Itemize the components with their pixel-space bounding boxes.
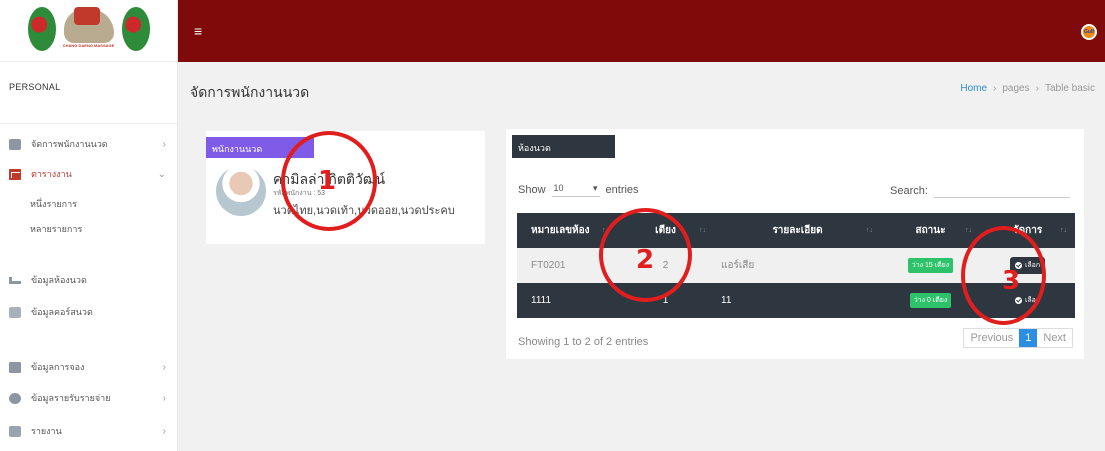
sidebar-item-label: ตารางงาน [31, 169, 72, 179]
chevron-right-icon: › [162, 361, 166, 373]
sidebar: CHANG DAENG MASSAGE PERSONAL จัดการพนักง… [0, 0, 178, 451]
money-icon [9, 392, 21, 404]
length-value: 10 [553, 183, 564, 193]
table-info: Showing 1 to 2 of 2 entries [518, 336, 649, 348]
sort-icon: ↑↓ [1060, 227, 1067, 234]
breadcrumb-home[interactable]: Home [960, 83, 987, 94]
sidebar-item-label: ข้อมูลห้องนวด [31, 275, 87, 285]
search-input[interactable] [933, 183, 1070, 198]
staff-avatar [216, 166, 266, 216]
user-card-icon [9, 138, 21, 150]
sidebar-subitem-single[interactable]: หนึ่งรายการ [30, 197, 77, 211]
entries-length-select[interactable]: 10 ▾ [551, 183, 600, 197]
page-title: จัดการพนักงานนวด [190, 84, 310, 100]
breadcrumb-pages[interactable]: pages [1002, 83, 1029, 94]
breadcrumb-current: Table basic [1044, 83, 1095, 94]
column-title: หมายเลขห้อง [531, 225, 590, 236]
elephant-logo-icon: CHANG DAENG MASSAGE [24, 3, 154, 59]
entries-label: entries [605, 184, 639, 196]
chevron-right-icon: › [162, 138, 166, 150]
sidebar-item-staff[interactable]: จัดการพนักงานนวด › [0, 133, 178, 155]
sort-icon: ↑↓ [699, 227, 706, 234]
chevron-right-icon: › [162, 392, 166, 404]
hamburger-menu-icon[interactable]: ≡ [194, 24, 202, 38]
pagination-previous[interactable]: Previous [964, 329, 1019, 347]
column-title: รายละเอียด [772, 225, 823, 236]
caret-down-icon: ▾ [593, 183, 598, 193]
sidebar-heading: PERSONAL [0, 62, 177, 124]
sidebar-item-label: ข้อมูลคอร์สนวด [31, 307, 93, 317]
clipboard-icon [9, 361, 21, 373]
status-badge: ว่าง 0 เตียง [909, 293, 952, 308]
sidebar-item-finance[interactable]: ข้อมูลรายรับรายจ่าย › [0, 387, 178, 409]
annotation-number: 3 [1002, 266, 1021, 296]
sidebar-item-reports[interactable]: รายงาน › [0, 420, 178, 442]
column-header-status[interactable]: สถานะ ↑↓ [881, 213, 980, 248]
avatar-label: Gulf [1084, 29, 1094, 35]
sidebar-subitem-multiple[interactable]: หลายรายการ [30, 222, 82, 236]
cell-room: 1111 [531, 295, 552, 306]
top-navbar: ≡ Gulf [178, 0, 1105, 62]
sidebar-item-courses[interactable]: ข้อมูลคอร์สนวด [0, 301, 178, 323]
sidebar-item-label: ข้อมูลการจอง [31, 362, 85, 372]
annotation-number: 1 [318, 166, 337, 196]
box-icon [9, 306, 21, 318]
sort-icon: ↑↓ [866, 227, 873, 234]
search-label: Search: [890, 184, 928, 197]
sidebar-item-label: จัดการพนักงานนวด [31, 139, 108, 149]
cell-detail: 11 [721, 295, 732, 306]
logo-text: CHANG DAENG MASSAGE [62, 42, 115, 48]
column-title: สถานะ [915, 225, 946, 236]
column-header-detail[interactable]: รายละเอียด ↑↓ [714, 213, 881, 248]
sidebar-item-rooms[interactable]: ข้อมูลห้องนวด [0, 269, 178, 291]
chevron-down-icon: ⌄ [157, 168, 166, 180]
chevron-right-icon: › [162, 425, 166, 437]
sidebar-item-label: รายงาน [31, 426, 62, 436]
sidebar-item-bookings[interactable]: ข้อมูลการจอง › [0, 356, 178, 378]
breadcrumb-separator: › [1035, 83, 1039, 94]
sidebar-item-schedule[interactable]: ตารางงาน ⌄ [0, 163, 178, 185]
breadcrumb: Home › pages › Table basic [960, 83, 1095, 94]
user-avatar[interactable]: Gulf [1081, 24, 1097, 40]
table-icon [9, 168, 21, 180]
report-icon [9, 425, 21, 437]
cell-detail: แอร์เสีย [721, 260, 755, 271]
pagination-next[interactable]: Next [1037, 329, 1072, 347]
annotation-number: 2 [636, 245, 655, 275]
room-panel-tag: ห้องนวด [512, 135, 615, 158]
pagination-page[interactable]: 1 [1019, 329, 1038, 347]
table-search: Search: [890, 183, 1070, 198]
pagination: Previous 1 Next [963, 328, 1073, 348]
sidebar-item-label: ข้อมูลรายรับรายจ่าย [31, 393, 111, 403]
bed-icon [9, 274, 21, 286]
show-label: Show [518, 184, 546, 196]
breadcrumb-separator: › [993, 83, 997, 94]
entries-length-control: Show 10 ▾ entries [518, 183, 639, 197]
brand-logo[interactable]: CHANG DAENG MASSAGE [0, 0, 177, 62]
sort-icon: ↑↓ [965, 227, 972, 234]
status-badge: ว่าง 15 เตียง [907, 258, 954, 273]
